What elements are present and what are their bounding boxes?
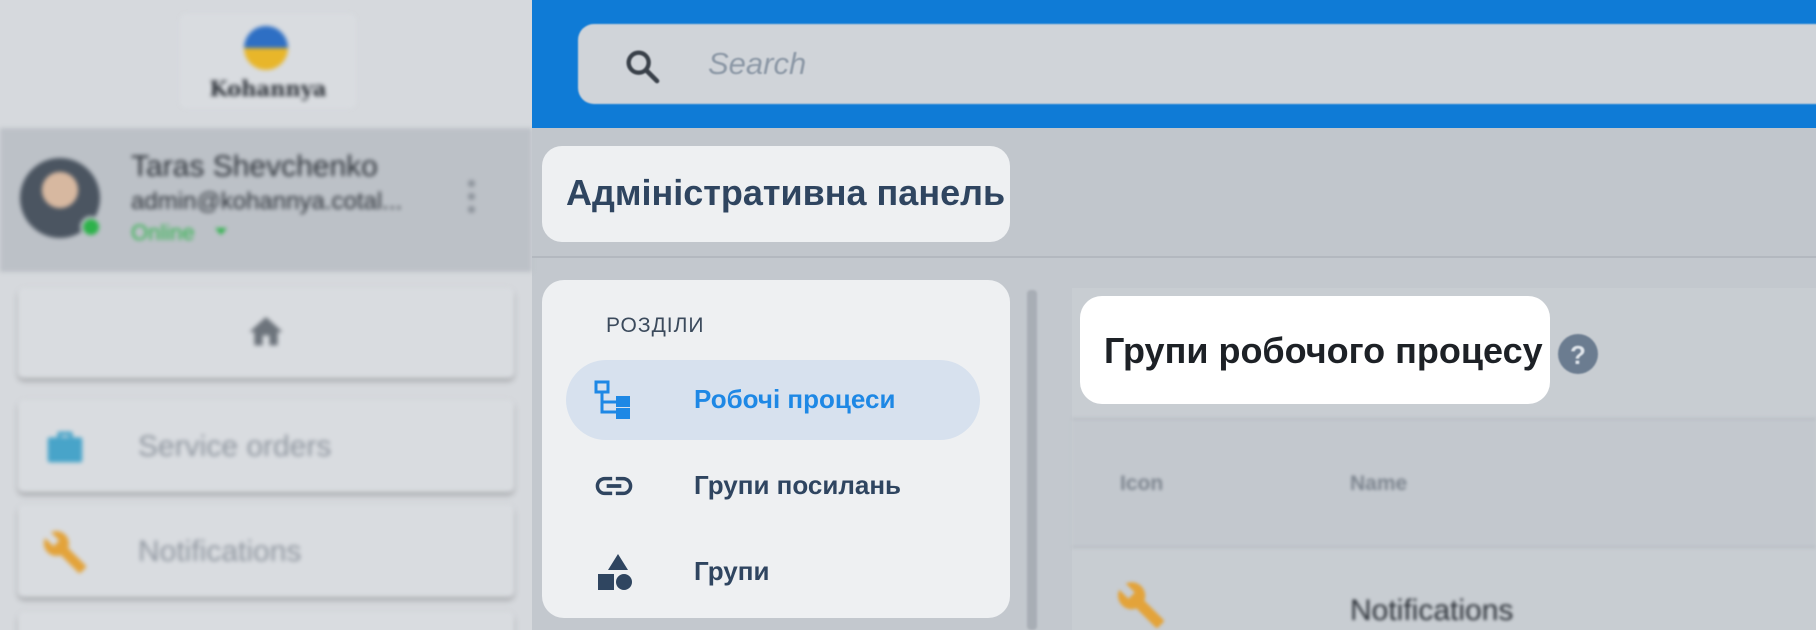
search-input[interactable]: Search — [578, 24, 1816, 104]
top-bar: Search — [532, 0, 1816, 128]
sections-heading: РОЗДІЛИ — [606, 314, 705, 337]
sidebar-item-label: Notifications — [138, 535, 302, 568]
sections-menu: РОЗДІЛИ Робочі процеси Групи посилань Гр… — [542, 280, 1010, 618]
section-title: Групи робочого процесу — [1104, 330, 1543, 371]
shapes-icon — [598, 554, 632, 590]
scrollbar[interactable] — [1027, 290, 1037, 630]
user-status[interactable]: Online — [131, 220, 195, 246]
page-title: Адміністративна панель — [566, 172, 1006, 213]
user-name: Taras Shevchenko — [131, 150, 378, 183]
logo-text: Kohannya — [209, 76, 327, 101]
logo-emblem-icon — [244, 26, 288, 70]
table-header: Icon Name — [1072, 418, 1816, 548]
section-title-card: Групи робочого процесу — [1080, 296, 1550, 404]
chevron-down-icon[interactable] — [215, 228, 227, 235]
sidebar-item-home[interactable] — [18, 288, 514, 378]
menu-item-link-groups[interactable]: Групи посилань — [566, 446, 980, 526]
sidebar-item-label: Service orders — [138, 430, 332, 463]
search-icon — [626, 50, 660, 84]
online-indicator — [80, 216, 102, 238]
search-placeholder: Search — [708, 46, 807, 81]
wrench-icon — [1117, 582, 1164, 628]
briefcase-icon — [47, 431, 83, 463]
column-header-name[interactable]: Name — [1350, 472, 1407, 496]
link-icon — [595, 476, 633, 496]
menu-item-label: Робочі процеси — [694, 384, 896, 414]
column-header-icon[interactable]: Icon — [1120, 472, 1163, 496]
more-vert-icon[interactable] — [466, 180, 476, 220]
sidebar-item-notifications[interactable]: Notifications — [18, 505, 514, 597]
sidebar: Kohannya Taras Shevchenko admin@kohannya… — [0, 0, 532, 630]
menu-item-groups[interactable]: Групи — [566, 532, 980, 612]
menu-item-label: Групи посилань — [694, 470, 902, 500]
workflow-tree-icon — [594, 380, 630, 419]
help-icon[interactable]: ? — [1558, 334, 1598, 374]
table-cell-name[interactable]: Notifications — [1350, 594, 1513, 628]
home-icon — [249, 317, 283, 346]
page-title-card: Адміністративна панель — [542, 146, 1010, 242]
wrench-icon — [43, 531, 87, 574]
app-logo[interactable]: Kohannya — [180, 14, 356, 108]
sidebar-item-service-orders[interactable]: Service orders — [18, 400, 514, 492]
sidebar-item[interactable] — [18, 612, 514, 630]
user-email: admin@kohannya.cotal... — [131, 188, 403, 215]
user-panel: Taras Shevchenko admin@kohannya.cotal...… — [0, 128, 532, 272]
menu-item-label: Групи — [694, 556, 770, 586]
menu-item-workflows[interactable]: Робочі процеси — [566, 360, 980, 440]
